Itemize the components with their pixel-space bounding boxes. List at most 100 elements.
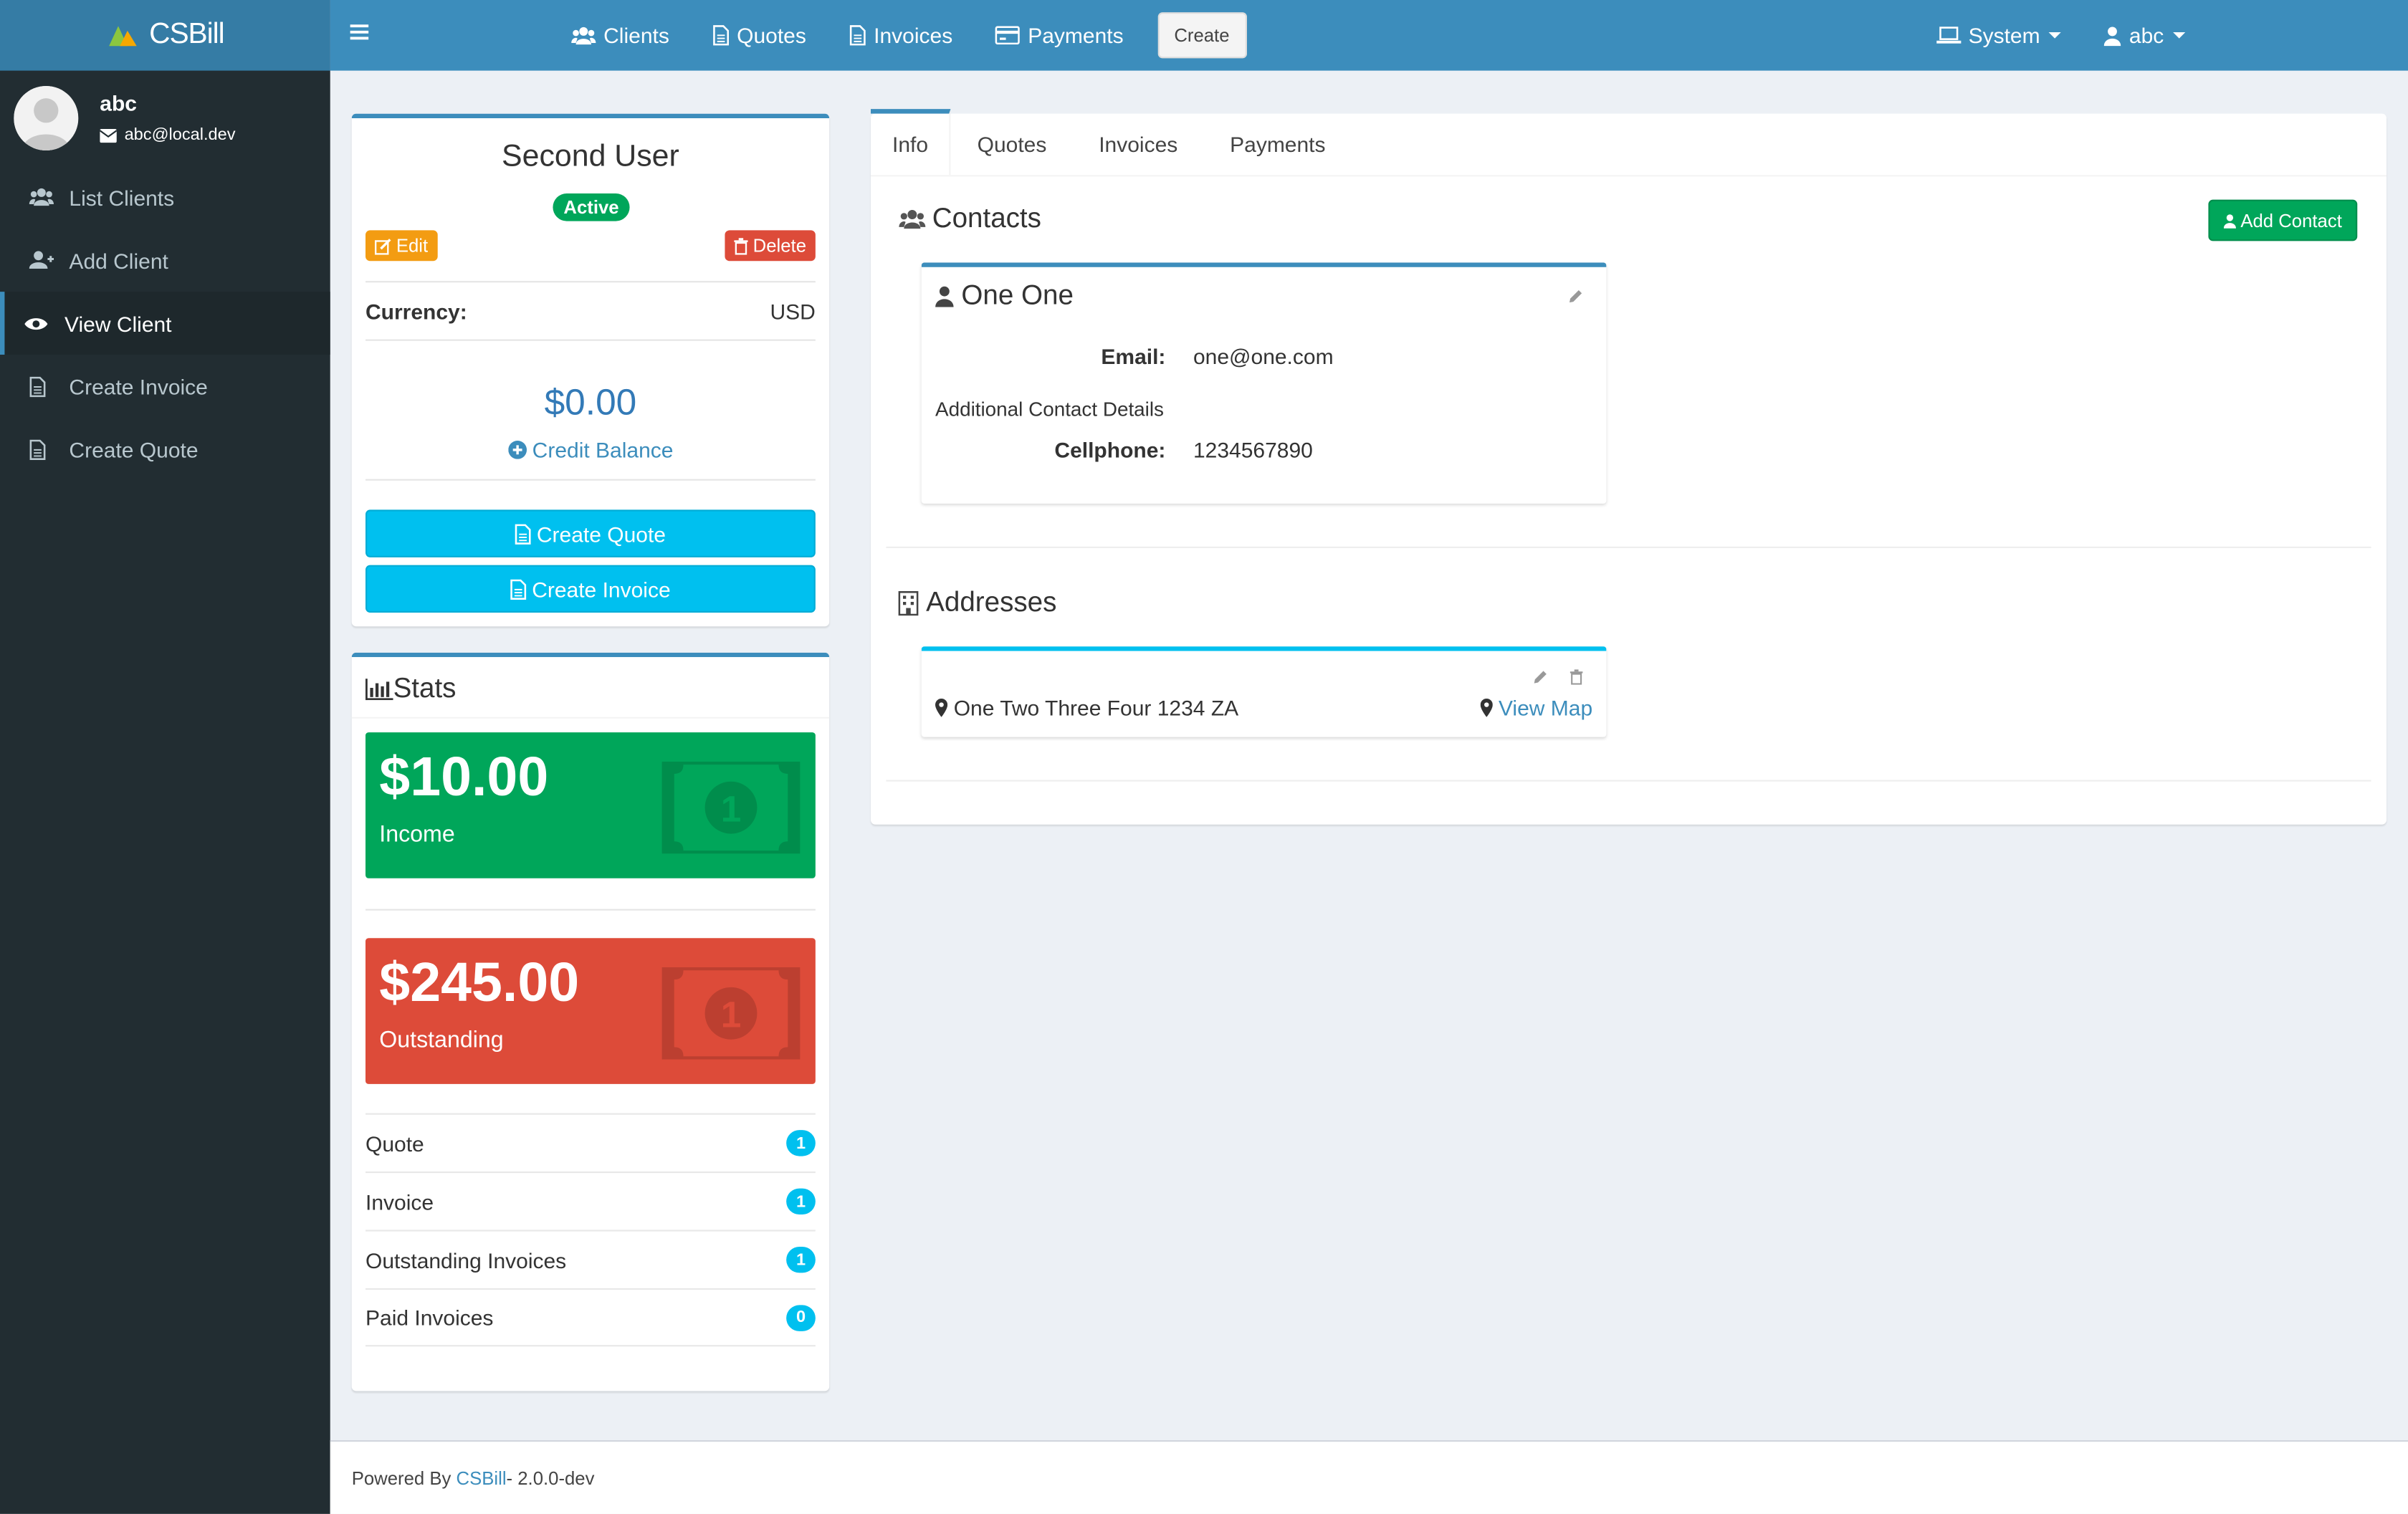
caret-down-icon [2049,32,2062,39]
outstanding-box: $245.00 Outstanding 1 [365,938,816,1084]
contact-name-row: One One [935,279,1074,312]
money-icon: 1 [661,761,801,854]
users-icon [571,26,596,44]
building-icon [898,590,919,615]
contact-name: One One [961,279,1074,310]
client-details-panel: Info Quotes Invoices Payments Contacts A… [871,109,2386,825]
csbill-link[interactable]: CSBill [457,1467,507,1488]
create-invoice-label: Create Invoice [532,576,671,601]
map-marker-icon [1480,698,1493,717]
view-map-link[interactable]: View Map [1480,696,1592,720]
file-icon [29,375,46,397]
top-nav: Clients Quotes Invoices Payments Create [571,0,1247,71]
sidebar-item-list-clients[interactable]: List Clients [0,166,330,229]
contacts-title: Contacts [932,202,1041,234]
addresses-header: Addresses [898,587,1056,619]
bar-chart-icon [365,678,393,700]
create-invoice-button[interactable]: Create Invoice [365,565,816,613]
credit-amount: $0.00 [544,382,637,424]
currency-label: Currency: [365,299,467,325]
cellphone-value: 1234567890 [1193,437,1313,462]
footer-version: - 2.0.0-dev [506,1467,595,1489]
currency-value: USD [770,299,816,325]
delete-button-label: Delete [752,234,806,257]
tab-info[interactable]: Info [871,109,952,176]
stat-label: Paid Invoices [365,1305,494,1330]
sidebar-item-label: List Clients [69,185,175,210]
client-name: Second User [502,140,679,174]
count-badge: 1 [786,1188,816,1214]
sidebar-item-create-quote[interactable]: Create Quote [0,418,330,481]
create-quote-button[interactable]: Create Quote [365,509,816,557]
nav-quotes[interactable]: Quotes [712,23,806,47]
stats-box: Stats $10.00 Income 1 $245.00 Outstandin… [351,652,830,1391]
status-badge: Active [553,193,630,221]
nav-invoices[interactable]: Invoices [849,23,952,47]
address-row: One Two Three Four 1234 ZA [935,696,1238,720]
eye-icon [24,317,48,330]
caret-down-icon [2173,32,2186,39]
tab-quotes[interactable]: Quotes [951,114,1073,176]
count-badge: 0 [786,1304,816,1331]
stat-label: Quote [365,1131,424,1156]
stat-label: Invoice [365,1189,434,1214]
pencil-icon[interactable] [1533,669,1548,684]
users-icon [899,209,926,229]
plus-circle-icon [507,441,527,459]
trash-icon[interactable] [1570,669,1583,685]
user-menu[interactable]: abc [2104,23,2186,48]
avatar [14,86,79,150]
svg-text:1: 1 [721,994,742,1035]
user-icon [935,285,954,307]
nav-quotes-label: Quotes [737,23,806,48]
user-email: abc@local.dev [124,125,236,145]
user-avatar-icon [14,86,79,150]
count-badge: 1 [786,1247,816,1273]
top-nav-right: System abc [1936,0,2408,71]
nav-payments[interactable]: Payments [995,23,1124,48]
add-contact-button[interactable]: Add Contact [2208,199,2358,241]
logo-icon [109,26,137,47]
credit-balance-label: Credit Balance [532,437,674,462]
sidebar-item-view-client[interactable]: View Client [0,292,330,355]
divider [365,281,816,283]
tab-invoices[interactable]: Invoices [1073,114,1204,176]
view-map-label: View Map [1498,695,1593,720]
cellphone-label: Cellphone: [1054,437,1166,462]
sidebar-item-label: Add Client [69,248,168,273]
sidebar-item-create-invoice[interactable]: Create Invoice [0,355,330,418]
stats-title: Stats [393,672,457,704]
addresses-section: Addresses One Two Three Four 1234 ZA Vie… [886,578,2371,782]
hamburger-menu-icon[interactable] [350,23,369,42]
sidebar-item-label: Create Quote [69,436,199,461]
nav-clients-label: Clients [603,23,669,48]
app-logo[interactable]: CSBill [0,0,330,71]
add-contact-label: Add Contact [2240,209,2342,231]
file-icon [849,25,866,46]
pencil-icon[interactable] [1568,289,1583,304]
contacts-header: Contacts [899,203,1041,235]
user-menu-label: abc [2128,23,2164,48]
footer: Powered By CSBill - 2.0.0-dev [330,1439,2408,1514]
sidebar-item-add-client[interactable]: Add Client [0,229,330,292]
delete-button[interactable]: Delete [725,230,816,262]
nav-clients[interactable]: Clients [571,23,669,47]
address-text: One Two Three Four 1234 ZA [953,695,1239,720]
nav-payments-label: Payments [1028,23,1124,48]
sidebar-item-label: Create Invoice [69,373,208,399]
app-title: CSBill [149,18,224,51]
edit-button[interactable]: Edit [365,230,438,262]
divider [365,909,816,911]
income-box: $10.00 Income 1 [365,732,816,878]
email-label: Email: [1101,344,1166,369]
envelope-icon [100,128,117,143]
credit-balance-link[interactable]: Credit Balance [352,438,829,462]
create-button[interactable]: Create [1157,12,1247,59]
laptop-icon [1936,27,1961,44]
app-root: CSBill abc abc@local.dev List Clients Ad… [0,0,2408,1514]
divider [365,479,816,481]
tab-payments[interactable]: Payments [1204,114,1352,176]
stat-row-paid-invoices: Paid Invoices 0 [365,1288,816,1347]
system-menu[interactable]: System [1936,23,2062,47]
contacts-section: Contacts Add Contact One One Email: one@… [886,191,2371,548]
